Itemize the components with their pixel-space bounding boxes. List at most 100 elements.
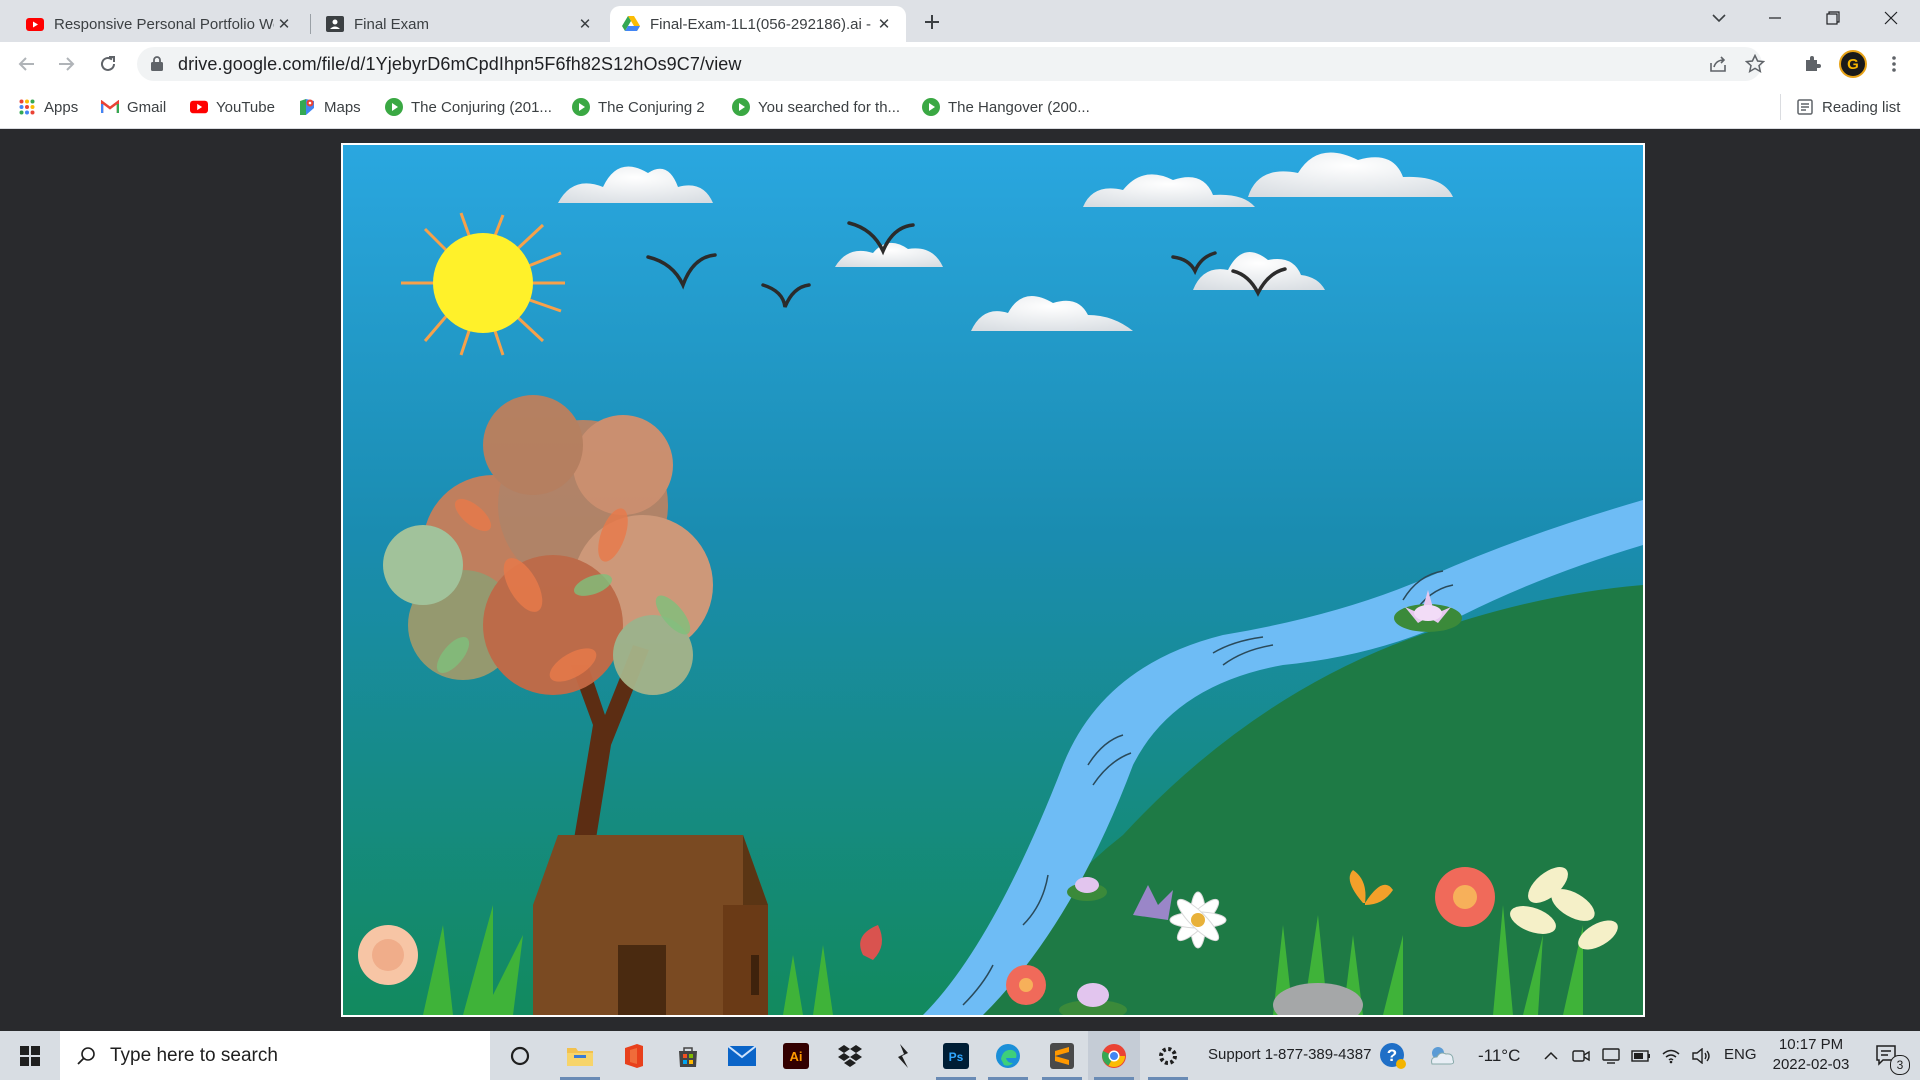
lock-icon[interactable] xyxy=(151,56,163,76)
profile-avatar[interactable]: G xyxy=(1837,48,1869,80)
url-text: drive.google.com/file/d/1YjebyrD6mCpdIhp… xyxy=(178,54,742,74)
taskbar-search[interactable]: Type here to search xyxy=(60,1031,490,1080)
chevron-up-icon[interactable] xyxy=(1538,1031,1564,1080)
battery-icon[interactable] xyxy=(1628,1031,1654,1080)
bookmark-label: Gmail xyxy=(127,98,167,116)
pink-flower xyxy=(1435,867,1495,927)
classroom-icon xyxy=(326,15,344,33)
dropbox-icon[interactable] xyxy=(824,1031,876,1080)
browser-toolbar: drive.google.com/file/d/1YjebyrD6mCpdIhp… xyxy=(0,42,1920,86)
svg-text:Ps: Ps xyxy=(949,1050,964,1064)
bookmark-gmail[interactable]: Gmail xyxy=(101,96,166,118)
gmail-icon xyxy=(101,98,119,116)
bookmark-label: Apps xyxy=(44,98,79,116)
edge-icon[interactable] xyxy=(982,1031,1034,1080)
mail-icon[interactable] xyxy=(716,1031,768,1080)
tab-search-button[interactable] xyxy=(1696,0,1742,36)
bookmark-conjuring-2[interactable]: The Conjuring 2 xyxy=(572,96,705,118)
illustrator-icon[interactable]: Ai xyxy=(770,1031,822,1080)
share-icon[interactable] xyxy=(1709,55,1727,78)
close-tab-icon[interactable]: ✕ xyxy=(874,14,894,34)
cortana-icon[interactable] xyxy=(494,1031,546,1080)
reading-list-button[interactable]: Reading list xyxy=(1796,96,1900,118)
google-drive-icon xyxy=(622,15,640,33)
reading-list-icon xyxy=(1796,98,1814,116)
bookmark-label: The Hangover (200... xyxy=(948,98,1090,116)
youtube-icon xyxy=(190,98,208,116)
tab-final-exam[interactable]: Final Exam ✕ xyxy=(314,6,607,42)
close-tab-icon[interactable]: ✕ xyxy=(575,14,595,34)
tab-title: Final Exam xyxy=(354,15,430,33)
chrome-icon[interactable] xyxy=(1088,1031,1140,1080)
address-bar[interactable]: drive.google.com/file/d/1YjebyrD6mCpdIhp… xyxy=(137,47,1766,81)
clock-date: 2022-02-03 xyxy=(1772,1056,1850,1073)
tab-strip: Responsive Personal Portfolio We ✕ Final… xyxy=(0,0,1920,42)
help-icon[interactable]: ? xyxy=(1371,1031,1415,1080)
photoshop-icon[interactable]: Ps xyxy=(930,1031,982,1080)
play-icon xyxy=(572,98,590,116)
settings-icon[interactable] xyxy=(1142,1031,1194,1080)
tab-portfolio[interactable]: Responsive Personal Portfolio We ✕ xyxy=(14,6,306,42)
bookmark-you-searched[interactable]: You searched for th... xyxy=(732,96,900,118)
reload-button[interactable] xyxy=(92,48,124,80)
bookmark-maps[interactable]: Maps xyxy=(298,96,361,118)
bookmark-label: The Conjuring (201... xyxy=(411,98,552,116)
weather-icon[interactable] xyxy=(1420,1031,1464,1080)
volume-icon[interactable] xyxy=(1688,1031,1714,1080)
forward-button[interactable] xyxy=(51,48,83,80)
bookmark-label: Maps xyxy=(324,98,361,116)
close-tab-icon[interactable]: ✕ xyxy=(274,14,294,34)
meet-now-icon[interactable] xyxy=(1568,1031,1594,1080)
bookmark-divider xyxy=(1780,94,1781,120)
support-text: Support 1-877-389-4387 xyxy=(1208,1046,1372,1063)
language-indicator[interactable]: ENG xyxy=(1724,1046,1757,1063)
house xyxy=(533,835,768,1015)
back-button[interactable] xyxy=(10,48,42,80)
restore-button[interactable] xyxy=(1810,0,1856,36)
svg-text:?: ? xyxy=(1387,1046,1397,1065)
new-tab-button[interactable] xyxy=(912,4,952,40)
weather-temperature[interactable]: -11°C xyxy=(1478,1046,1520,1066)
close-window-button[interactable] xyxy=(1868,0,1914,36)
start-button[interactable] xyxy=(4,1031,56,1080)
clock-time: 10:17 PM xyxy=(1778,1036,1844,1053)
bookmark-conjuring[interactable]: The Conjuring (201... xyxy=(385,96,552,118)
search-placeholder: Type here to search xyxy=(110,1044,278,1066)
extensions-icon[interactable] xyxy=(1796,48,1828,80)
bookmark-youtube[interactable]: YouTube xyxy=(190,96,275,118)
bookmark-hangover[interactable]: The Hangover (200... xyxy=(922,96,1090,118)
file-explorer-icon[interactable] xyxy=(554,1031,606,1080)
youtube-icon xyxy=(26,15,44,33)
daisy xyxy=(1169,891,1227,949)
play-icon xyxy=(732,98,750,116)
svg-text:G: G xyxy=(1847,56,1859,73)
bookmark-label: You searched for th... xyxy=(758,98,901,116)
office-icon[interactable] xyxy=(608,1031,660,1080)
bookmark-apps[interactable]: Apps xyxy=(18,96,78,118)
microsoft-store-icon[interactable] xyxy=(662,1031,714,1080)
drive-file-viewer xyxy=(0,129,1920,1031)
tab-title: Responsive Personal Portfolio We xyxy=(54,15,274,33)
wifi-icon[interactable] xyxy=(1658,1031,1684,1080)
play-icon xyxy=(922,98,940,116)
notifications-icon[interactable]: 3 xyxy=(1862,1031,1914,1080)
tab-final-exam-ai[interactable]: Final-Exam-1L1(056-292186).ai - ✕ xyxy=(610,6,906,42)
bookmarks-bar: Apps Gmail YouTube Maps The Conjuring (2… xyxy=(0,86,1920,129)
tab-title: Final-Exam-1L1(056-292186).ai - xyxy=(650,15,871,33)
display-icon[interactable] xyxy=(1598,1031,1624,1080)
illustration-canvas xyxy=(343,145,1643,1015)
menu-icon[interactable] xyxy=(1878,48,1910,80)
search-icon xyxy=(76,1046,96,1066)
maps-icon xyxy=(298,98,316,116)
reading-list-label: Reading list xyxy=(1822,98,1901,116)
clock[interactable]: 10:17 PM 2022-02-03 xyxy=(1766,1035,1856,1077)
windows-taskbar: Type here to search Ai Ps Support 1-877-… xyxy=(0,1031,1920,1080)
app-icon[interactable] xyxy=(878,1031,930,1080)
play-icon xyxy=(385,98,403,116)
bookmark-label: The Conjuring 2 xyxy=(598,98,705,116)
tab-separator xyxy=(310,14,311,34)
sublime-text-icon[interactable] xyxy=(1036,1031,1088,1080)
minimize-button[interactable] xyxy=(1752,0,1798,36)
svg-text:Ai: Ai xyxy=(790,1049,803,1064)
bookmark-star-icon[interactable] xyxy=(1744,53,1766,79)
